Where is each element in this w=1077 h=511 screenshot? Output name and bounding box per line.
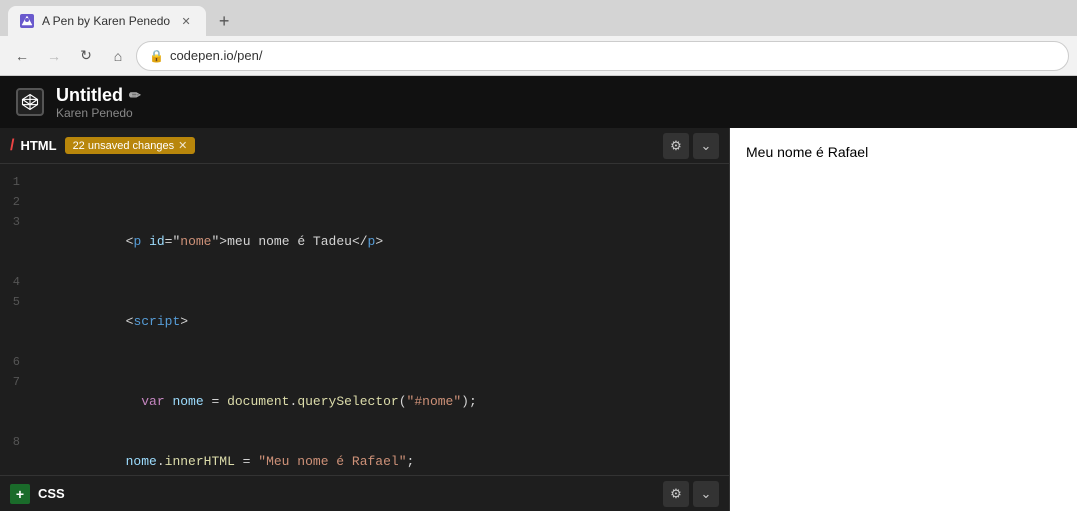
- code-line-8: 8 nome.innerHTML = "Meu nome é Rafael";: [0, 432, 729, 475]
- browser-window: A Pen by Karen Penedo ✕ + ← → ↻ ⌂ 🔒 code…: [0, 0, 1077, 76]
- editor-pane: / HTML 22 unsaved changes ✕ ⚙ ⌄ 1: [0, 128, 730, 511]
- forward-button[interactable]: →: [40, 42, 68, 70]
- css-panel-controls: ⚙ ⌄: [663, 481, 719, 507]
- html-settings-button[interactable]: ⚙: [663, 133, 689, 159]
- html-label: / HTML: [10, 137, 57, 155]
- app-header: Untitled ✏ Karen Penedo: [0, 76, 1077, 128]
- code-line-5: 5 <script>: [0, 292, 729, 352]
- tab-favicon: [20, 14, 34, 28]
- app-content: Untitled ✏ Karen Penedo / HTML 22 unsave…: [0, 76, 1077, 511]
- tab-bar: A Pen by Karen Penedo ✕ +: [0, 0, 1077, 36]
- edit-title-icon[interactable]: ✏: [129, 87, 141, 104]
- code-line-1: 1: [0, 172, 729, 192]
- reload-button[interactable]: ↻: [72, 42, 100, 70]
- tab-title: A Pen by Karen Penedo: [42, 14, 170, 28]
- html-panel-controls: ⚙ ⌄: [663, 133, 719, 159]
- css-label-text: CSS: [38, 486, 65, 501]
- pen-title: Untitled ✏: [56, 85, 141, 106]
- tab-close-button[interactable]: ✕: [178, 13, 194, 29]
- unsaved-changes-text: 22 unsaved changes: [73, 140, 175, 152]
- css-panel: + CSS ⚙ ⌄: [0, 475, 729, 511]
- preview-pane: Meu nome é Rafael: [730, 128, 1077, 511]
- active-tab[interactable]: A Pen by Karen Penedo ✕: [8, 6, 206, 36]
- code-line-7: 7 var nome = document.querySelector("#no…: [0, 372, 729, 432]
- codepen-logo: [16, 88, 44, 116]
- lock-icon: 🔒: [149, 49, 164, 63]
- unsaved-close-button[interactable]: ✕: [178, 139, 187, 152]
- code-line-3: 3 <p id="nome">meu nome é Tadeu</p>: [0, 212, 729, 272]
- home-button[interactable]: ⌂: [104, 42, 132, 70]
- new-tab-button[interactable]: +: [210, 7, 238, 35]
- address-bar[interactable]: 🔒 codepen.io/pen/: [136, 41, 1069, 71]
- html-panel-header: / HTML 22 unsaved changes ✕ ⚙ ⌄: [0, 128, 729, 164]
- nav-bar: ← → ↻ ⌂ 🔒 codepen.io/pen/: [0, 36, 1077, 76]
- code-editor[interactable]: 1 2 3 <p id="nome">meu nome é Tadeu</p> …: [0, 164, 729, 475]
- preview-output: Meu nome é Rafael: [746, 144, 1061, 160]
- pen-author: Karen Penedo: [56, 106, 141, 120]
- editor-area: / HTML 22 unsaved changes ✕ ⚙ ⌄ 1: [0, 128, 1077, 511]
- html-label-text: HTML: [20, 138, 56, 153]
- pen-title-text: Untitled: [56, 85, 123, 106]
- code-line-2: 2: [0, 192, 729, 212]
- unsaved-changes-badge: 22 unsaved changes ✕: [65, 137, 196, 154]
- code-line-6: 6: [0, 352, 729, 372]
- code-line-4: 4: [0, 272, 729, 292]
- html-chevron-button[interactable]: ⌄: [693, 133, 719, 159]
- address-text: codepen.io/pen/: [170, 48, 263, 63]
- css-settings-button[interactable]: ⚙: [663, 481, 689, 507]
- css-chevron-button[interactable]: ⌄: [693, 481, 719, 507]
- title-section: Untitled ✏ Karen Penedo: [56, 85, 141, 120]
- css-add-button[interactable]: +: [10, 484, 30, 504]
- back-button[interactable]: ←: [8, 42, 36, 70]
- html-slash-icon: /: [10, 137, 14, 155]
